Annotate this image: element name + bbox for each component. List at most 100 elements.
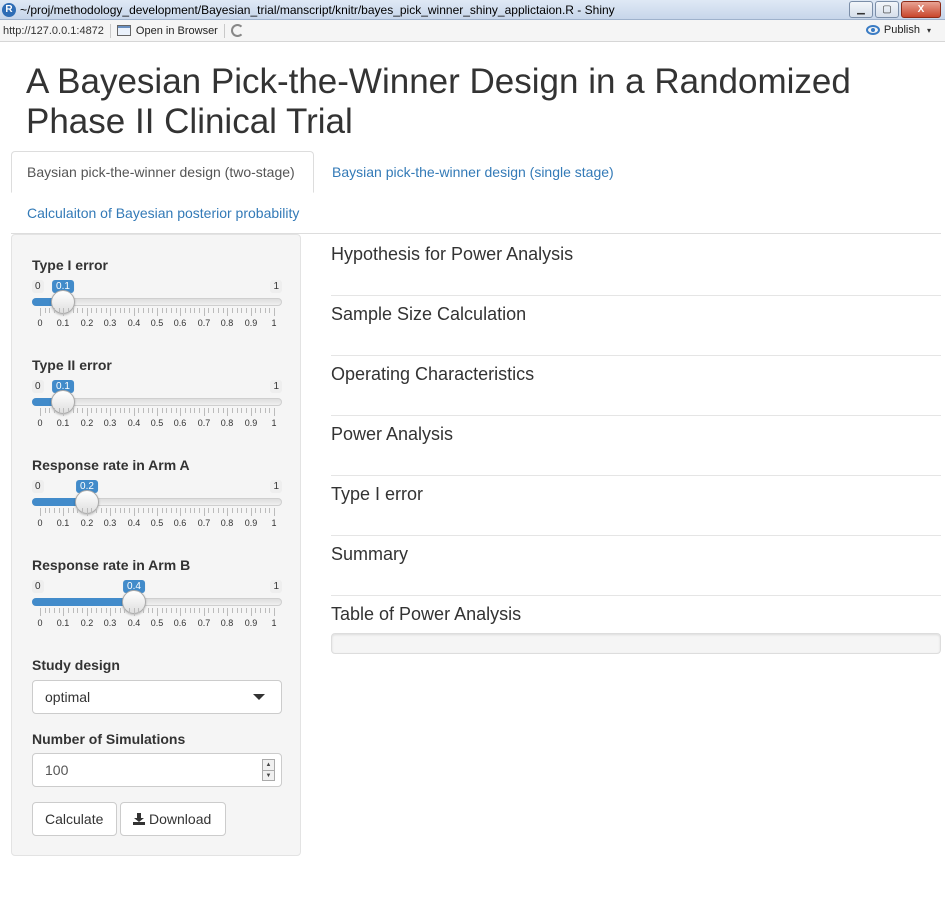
slider-minor-tick <box>82 308 83 313</box>
slider-minor-tick <box>77 308 78 313</box>
slider-minor-tick <box>91 408 92 413</box>
slider-tick-label: 0.9 <box>244 518 258 528</box>
slider-tick <box>274 508 275 516</box>
download-button[interactable]: Download <box>120 802 226 836</box>
slider-minor-tick <box>148 308 149 313</box>
slider-max-label: 1 <box>270 380 282 393</box>
publish-button[interactable]: Publish ▾ <box>865 24 931 36</box>
simulations-value: 100 <box>45 762 69 778</box>
type-i-error-slider[interactable]: 0 1 0.1 0 0.1 0.2 0.3 0.4 0.5 0.6 0.7 0.8 0.9 1 <box>32 280 282 340</box>
viewer-toolbar: http://127.0.0.1:4872 Open in Browser Pu… <box>0 20 945 42</box>
slider-minor-tick <box>218 408 219 413</box>
slider-tick <box>134 308 135 316</box>
slider-minor-tick <box>49 408 50 413</box>
open-in-browser-button[interactable]: Open in Browser <box>116 25 218 37</box>
slider-minor-tick <box>241 608 242 613</box>
slider-minor-tick <box>59 608 60 613</box>
type-ii-error-slider[interactable]: 0 1 0.1 0 0.1 0.2 0.3 0.4 0.5 0.6 0.7 0.8 0.9 1 <box>32 380 282 440</box>
slider-minor-tick <box>45 608 46 613</box>
slider-tick <box>251 408 252 416</box>
slider-minor-tick <box>171 408 172 413</box>
chevron-down-icon <box>253 694 265 700</box>
maximize-button[interactable]: ▢ <box>875 1 899 18</box>
slider-minor-tick <box>185 308 186 313</box>
slider-tick-label: 0.8 <box>220 518 234 528</box>
slider-minor-tick <box>73 608 74 613</box>
study-design-select[interactable]: optimal <box>32 680 282 714</box>
tabset: Baysian pick-the-winner design (two-stag… <box>11 151 941 234</box>
tab-single-stage[interactable]: Baysian pick-the-winner design (single s… <box>332 164 614 180</box>
toolbar-divider <box>223 23 225 38</box>
slider-minor-tick <box>166 408 167 413</box>
slider-tick-label: 0.6 <box>173 618 187 628</box>
stepper-down-icon[interactable]: ▼ <box>263 770 274 781</box>
tab-two-stage[interactable]: Baysian pick-the-winner design (two-stag… <box>11 151 314 193</box>
slider-tick <box>180 508 181 516</box>
slider-minor-tick <box>152 508 153 513</box>
slider-minor-tick <box>106 408 107 413</box>
slider-minor-tick <box>194 308 195 313</box>
slider-minor-tick <box>218 608 219 613</box>
slider-minor-tick <box>54 308 55 313</box>
response-rate-a-slider[interactable]: 0 1 0.2 0 0.1 0.2 0.3 0.4 0.5 0.6 0.7 0.8 0.9 1 <box>32 480 282 540</box>
sidebar-panel: Type I error 0 1 0.1 0 0.1 0.2 0.3 0.4 0.5 0.6 0.7… <box>11 234 301 856</box>
slider-minor-tick <box>143 308 144 313</box>
section-power-analysis: Power Analysis <box>331 416 941 476</box>
slider-min-label: 0 <box>32 580 44 593</box>
slider-minor-tick <box>176 508 177 513</box>
slider-minor-tick <box>237 308 238 313</box>
section-summary: Summary <box>331 536 941 596</box>
slider-tick-label: 0.3 <box>103 318 117 328</box>
slider-minor-tick <box>176 308 177 313</box>
slider-minor-tick <box>96 608 97 613</box>
response-rate-a-label: Response rate in Arm A <box>32 457 190 473</box>
slider-minor-tick <box>190 508 191 513</box>
slider-minor-tick <box>190 308 191 313</box>
slider-minor-tick <box>129 308 130 313</box>
slider-minor-tick <box>260 308 261 313</box>
slider-minor-tick <box>101 308 102 313</box>
refresh-icon[interactable] <box>230 24 244 37</box>
slider-minor-tick <box>213 408 214 413</box>
rstudio-app-icon: R <box>2 2 16 17</box>
slider-minor-tick <box>143 608 144 613</box>
slider-tick-label: 0.9 <box>244 618 258 628</box>
slider-tick-label: 0.7 <box>197 618 211 628</box>
slider-tick-label: 0.8 <box>220 318 234 328</box>
slider-max-label: 1 <box>270 480 282 493</box>
simulations-input[interactable]: 100 ▲ ▼ <box>32 753 282 787</box>
slider-minor-tick <box>152 408 153 413</box>
slider-minor-tick <box>265 408 266 413</box>
slider-minor-tick <box>152 308 153 313</box>
slider-minor-tick <box>59 508 60 513</box>
slider-minor-tick <box>148 608 149 613</box>
tab-posterior-probability[interactable]: Calculaiton of Bayesian posterior probab… <box>27 205 299 221</box>
slider-tick <box>251 608 252 616</box>
slider-minor-tick <box>162 608 163 613</box>
slider-minor-tick <box>185 608 186 613</box>
minimize-button[interactable]: ▁ <box>849 1 873 18</box>
calculate-button[interactable]: Calculate <box>32 802 117 836</box>
response-rate-b-slider[interactable]: 0 1 0.4 0 0.1 0.2 0.3 0.4 0.5 0.6 0.7 0.8 0.9 1 <box>32 580 282 640</box>
slider-tick <box>274 408 275 416</box>
close-button[interactable]: X <box>901 1 941 18</box>
slider-tick-label: 0.2 <box>80 418 94 428</box>
slider-minor-tick <box>199 408 200 413</box>
slider-tick <box>180 408 181 416</box>
slider-tick-label: 0.6 <box>173 518 187 528</box>
slider-minor-tick <box>166 508 167 513</box>
slider-minor-tick <box>176 408 177 413</box>
slider-minor-tick <box>265 508 266 513</box>
slider-minor-tick <box>176 608 177 613</box>
slider-minor-tick <box>73 408 74 413</box>
slider-tick <box>134 608 135 616</box>
slider-tick-label: 0.8 <box>220 418 234 428</box>
slider-minor-tick <box>54 608 55 613</box>
slider-tick-label: 1 <box>271 618 277 628</box>
slider-min-label: 0 <box>32 280 44 293</box>
slider-minor-tick <box>115 408 116 413</box>
slider-tick <box>227 408 228 416</box>
slider-minor-tick <box>246 608 247 613</box>
stepper-up-icon[interactable]: ▲ <box>263 760 274 770</box>
slider-tick <box>134 508 135 516</box>
